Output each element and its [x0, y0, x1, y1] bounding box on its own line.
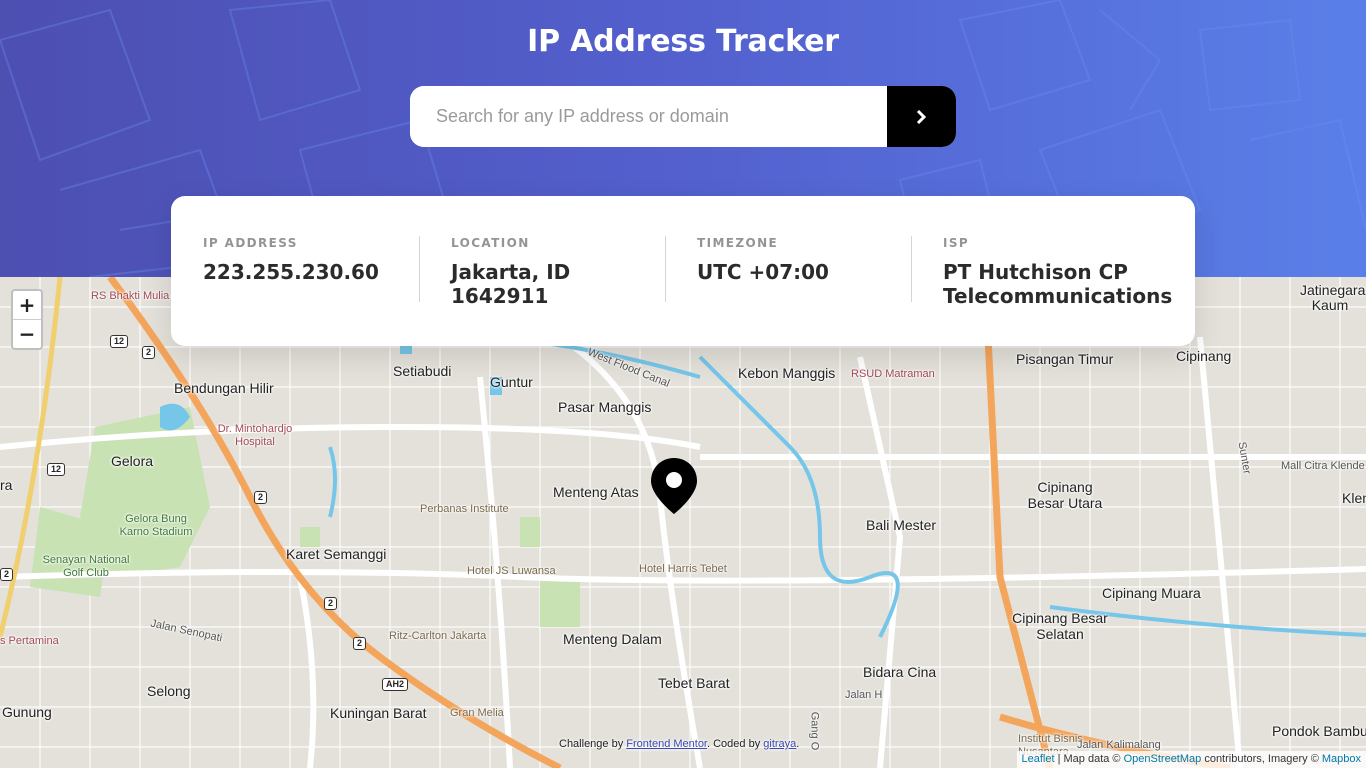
map-label: Bali Mester — [866, 517, 937, 533]
map-attribution: Leaflet | Map data © OpenStreetMap contr… — [1016, 751, 1366, 768]
leaflet-link[interactable]: Leaflet — [1022, 753, 1055, 765]
map-label: Perbanas Institute — [420, 503, 509, 515]
road-shield: 2 — [353, 637, 367, 650]
map-label: Gelora Bung Karno Stadium — [119, 513, 193, 538]
info-timezone: TIMEZONE UTC +07:00 — [665, 236, 911, 346]
map-label: Selong — [147, 683, 191, 699]
map-label: Hotel Harris Tebet — [639, 563, 727, 575]
credit-suffix: . — [796, 738, 800, 750]
attribution-sep: | Map data © — [1054, 753, 1124, 765]
info-location: LOCATION Jakarta, ID 1642911 — [419, 236, 665, 346]
map-label: ra — [0, 477, 13, 493]
road-shield: 2 — [254, 491, 268, 504]
map-label: Pisangan Timur — [1016, 351, 1114, 367]
info-label: TIMEZONE — [697, 236, 779, 250]
map-view[interactable]: RS Bhakti Mulia Bendungan Hilir Setiabud… — [0, 277, 1366, 768]
osm-link[interactable]: OpenStreetMap — [1124, 753, 1202, 765]
map-label: Jalan H — [845, 689, 883, 701]
location-marker-icon[interactable] — [651, 458, 697, 514]
map-label: Karet Semanggi — [286, 546, 387, 562]
info-value: Jakarta, ID 1642911 — [451, 260, 571, 308]
road-shield: AH2 — [382, 678, 409, 691]
challenge-credit: Challenge by Frontend Mentor. Coded by g… — [559, 738, 799, 750]
road-shield: 2 — [142, 346, 156, 359]
page-title: IP Address Tracker — [527, 24, 839, 59]
map-label: Kuningan Barat — [330, 705, 427, 721]
info-value: 223.255.230.60 — [203, 260, 379, 284]
map-label: Gran Melia — [450, 707, 504, 719]
map-label: Jalan Kalimalang — [1077, 739, 1161, 751]
info-value: UTC +07:00 — [697, 260, 829, 284]
zoom-in-button[interactable]: + — [13, 291, 41, 319]
road-shield: 12 — [110, 335, 129, 348]
map-label: Ritz-Carlton Jakarta — [389, 630, 487, 642]
map-label: RSUD Matraman — [851, 368, 935, 380]
map-label: Gelora — [111, 453, 154, 469]
map-label: Menteng Dalam — [563, 631, 662, 647]
map-label: RS Bhakti Mulia — [91, 290, 170, 302]
map-label: Pondok Bambu — [1272, 723, 1366, 739]
map-tiles — [0, 277, 1366, 768]
info-label: LOCATION — [451, 236, 530, 250]
chevron-right-icon — [916, 109, 927, 124]
author-link[interactable]: gitraya — [763, 738, 796, 750]
map-label: Cipinang Besar Utara — [1027, 479, 1103, 511]
map-label: Hotel JS Luwansa — [467, 565, 556, 577]
road-shield: 12 — [47, 463, 66, 476]
credit-mid: . Coded by — [707, 738, 761, 750]
map-label: Gang O — [808, 711, 821, 751]
map-label: s Pertamina — [0, 635, 59, 647]
map-label: Tebet Barat — [658, 675, 730, 691]
map-label: Senayan National Golf Club — [42, 554, 130, 579]
info-label: ISP — [943, 236, 970, 250]
map-label: Klen — [1342, 490, 1366, 506]
mapbox-link[interactable]: Mapbox — [1322, 753, 1361, 765]
map-label: Cipinang Besar Selatan — [1012, 610, 1108, 642]
map-label: Menteng Atas — [553, 484, 639, 500]
info-isp: ISP PT Hutchison CP Telecommunications — [911, 236, 1172, 346]
map-label: Setiabudi — [393, 363, 452, 379]
zoom-out-button[interactable]: − — [13, 319, 41, 347]
credit-prefix: Challenge by — [559, 738, 624, 750]
search-button[interactable] — [887, 86, 956, 147]
map-label: Cipinang Muara — [1102, 585, 1201, 601]
map-label: Gunung — [2, 704, 52, 720]
map-label: Pasar Manggis — [558, 399, 652, 415]
frontend-mentor-link[interactable]: Frontend Mentor — [626, 738, 707, 750]
map-label: Bendungan Hilir — [174, 380, 274, 396]
info-value: PT Hutchison CP Telecommunications — [943, 260, 1173, 308]
ip-info-card: IP ADDRESS 223.255.230.60 LOCATION Jakar… — [171, 196, 1195, 346]
map-label: Bidara Cina — [863, 664, 937, 680]
road-shield: 2 — [0, 568, 14, 581]
map-label: Jatinegara Kaum — [1300, 282, 1366, 313]
map-label: Guntur — [490, 374, 533, 390]
map-label: Kebon Manggis — [738, 365, 836, 381]
zoom-control: + − — [11, 289, 43, 350]
search-bar — [410, 86, 956, 147]
attribution-mid: contributors, Imagery © — [1201, 753, 1322, 765]
map-label: Dr. Mintohardjo Hospital — [217, 423, 293, 448]
map-label: Mall Citra Klende — [1281, 460, 1365, 472]
info-label: IP ADDRESS — [203, 236, 298, 250]
map-label: Cipinang — [1176, 348, 1232, 364]
info-ip-address: IP ADDRESS 223.255.230.60 — [171, 236, 419, 346]
search-input[interactable] — [410, 86, 887, 147]
road-shield: 2 — [324, 597, 338, 610]
